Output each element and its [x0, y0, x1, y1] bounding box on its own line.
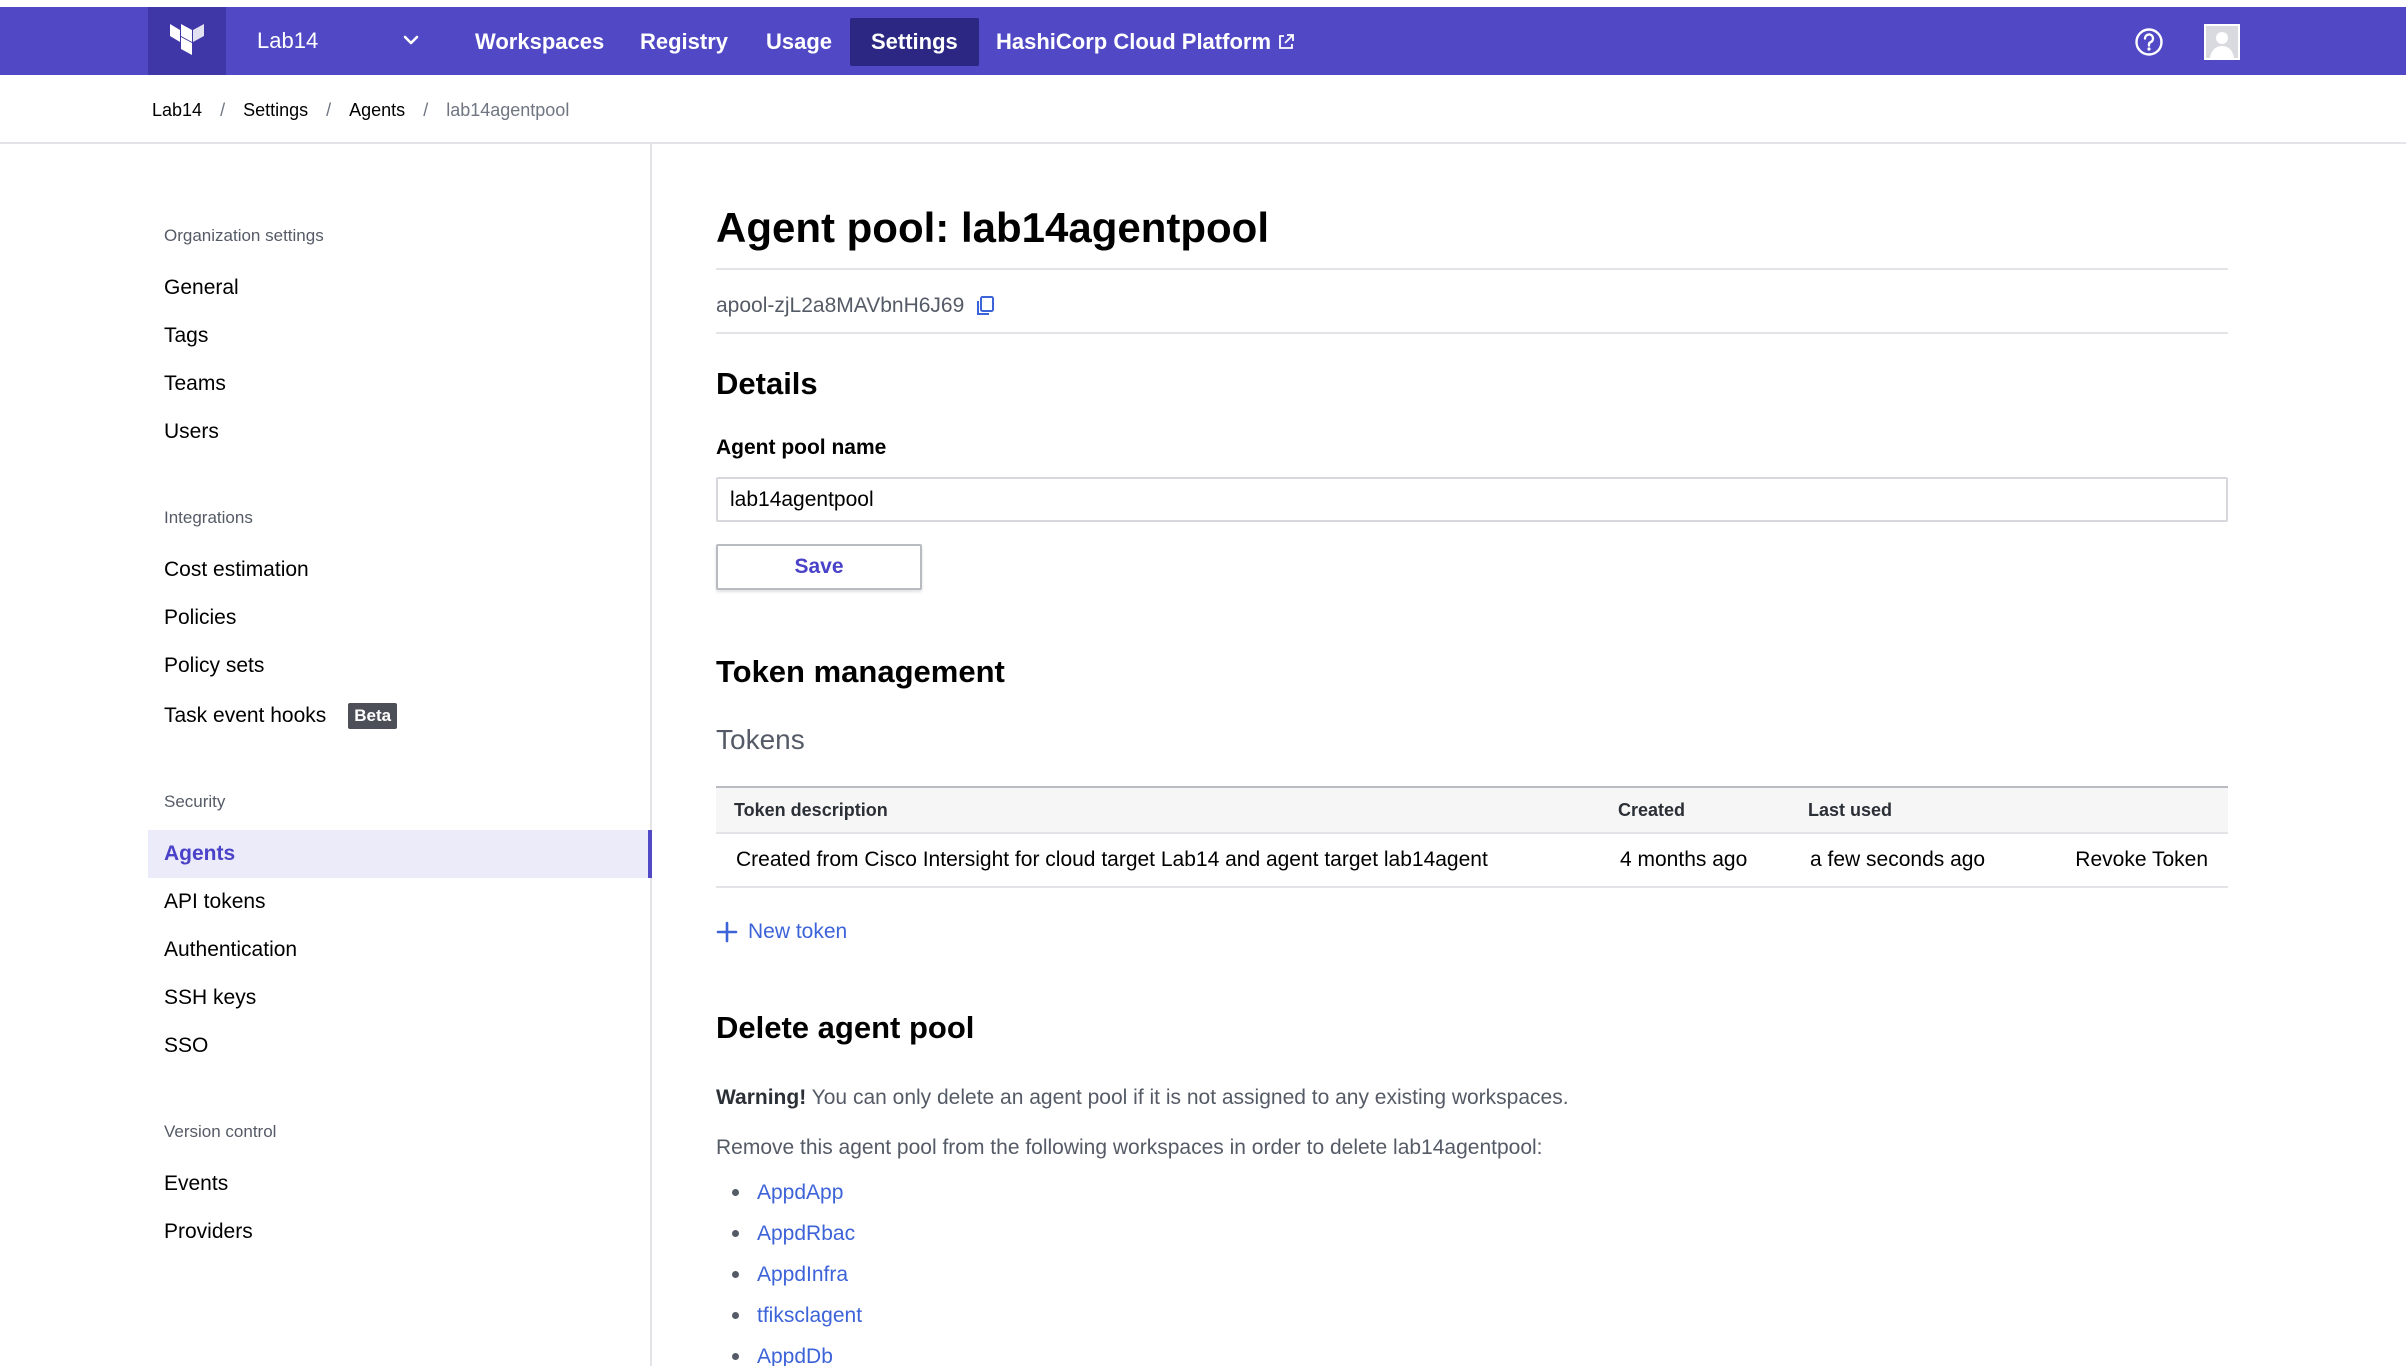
- org-name: Lab14: [257, 28, 319, 53]
- workspace-link-appdrbac[interactable]: AppdRbac: [757, 1222, 855, 1246]
- nav-settings-label: Settings: [871, 29, 958, 54]
- help-icon[interactable]: [2133, 26, 2165, 58]
- column-header-created: Created: [1600, 786, 1790, 834]
- token-description: Created from Cisco Intersight for cloud …: [716, 833, 1600, 888]
- tokens-subheading: Tokens: [716, 724, 805, 755]
- nav-workspaces-label: Workspaces: [475, 29, 605, 54]
- bullet: [732, 1312, 739, 1319]
- table-header-row: Token description Created Last used: [716, 786, 2228, 834]
- list-item: AppdInfra: [716, 1254, 862, 1295]
- nav-registry-label: Registry: [640, 29, 729, 54]
- breadcrumb: Lab14 / Settings / Agents / lab14agentpo…: [152, 92, 569, 128]
- bullet: [732, 1230, 739, 1237]
- id-divider: [716, 332, 2228, 334]
- workspace-link-appdapp[interactable]: AppdApp: [757, 1181, 843, 1205]
- workspace-link-appddb[interactable]: AppdDb: [757, 1345, 833, 1366]
- beta-badge: Beta: [348, 703, 398, 729]
- agent-pool-name-input[interactable]: [716, 477, 2228, 522]
- bullet: [732, 1353, 739, 1360]
- warning-text: You can only delete an agent pool if it …: [806, 1086, 1569, 1109]
- sidebar-item-general[interactable]: General: [164, 270, 239, 306]
- nav-hcp-label: HashiCorp Cloud Platform: [996, 29, 1272, 54]
- title-divider: [716, 268, 2228, 270]
- sidebar-item-events[interactable]: Events: [164, 1166, 228, 1202]
- breadcrumb-org[interactable]: Lab14: [152, 100, 202, 121]
- agent-pool-id: apool-zjL2a8MAVbnH6J69: [716, 294, 996, 318]
- nav-registry[interactable]: Registry: [619, 18, 749, 66]
- sidebar-heading-organization: Organization settings: [164, 226, 324, 245]
- terraform-logo-icon: [170, 24, 204, 55]
- bullet: [732, 1271, 739, 1278]
- nav-workspaces[interactable]: Workspaces: [454, 18, 625, 66]
- breadcrumb-separator: /: [423, 99, 429, 120]
- user-icon: [2206, 26, 2238, 58]
- nav-settings[interactable]: Settings: [850, 18, 979, 66]
- sidebar-item-ssh-keys[interactable]: SSH keys: [164, 980, 256, 1016]
- nav-usage-label: Usage: [766, 29, 833, 54]
- column-header-description: Token description: [716, 786, 1600, 834]
- sidebar-item-teams[interactable]: Teams: [164, 366, 226, 402]
- delete-agent-pool-heading: Delete agent pool: [716, 1010, 975, 1045]
- column-header-last-used: Last used: [1790, 786, 2050, 834]
- revoke-token-link[interactable]: Revoke Token: [2050, 833, 2228, 888]
- new-token-link[interactable]: New token: [716, 920, 847, 944]
- sidebar-item-authentication[interactable]: Authentication: [164, 932, 297, 968]
- list-item: AppdRbac: [716, 1213, 862, 1254]
- sidebar-heading-security: Security: [164, 792, 226, 811]
- sidebar-item-tags[interactable]: Tags: [164, 318, 208, 354]
- plus-icon: [716, 921, 738, 943]
- top-strip: [0, 0, 2406, 7]
- breadcrumb-separator: /: [220, 99, 226, 120]
- user-avatar[interactable]: [2204, 24, 2240, 60]
- delete-warning: Warning! You can only delete an agent po…: [716, 1086, 1569, 1110]
- list-item: AppdApp: [716, 1172, 862, 1213]
- sidebar-item-providers[interactable]: Providers: [164, 1214, 253, 1250]
- workspace-link-appdinfra[interactable]: AppdInfra: [757, 1263, 848, 1287]
- breadcrumb-separator: /: [326, 99, 332, 120]
- token-management-heading: Token management: [716, 654, 1005, 689]
- breadcrumb-current: lab14agentpool: [446, 99, 570, 120]
- sidebar-item-users[interactable]: Users: [164, 414, 219, 450]
- save-button[interactable]: Save: [716, 544, 922, 590]
- sidebar-item-policy-sets[interactable]: Policy sets: [164, 648, 264, 684]
- settings-sidebar: Organization settings General Tags Teams…: [0, 144, 652, 1366]
- details-heading: Details: [716, 366, 818, 401]
- new-token-label: New token: [748, 920, 848, 943]
- chevron-down-icon: [403, 35, 419, 45]
- breadcrumb-settings[interactable]: Settings: [243, 100, 308, 121]
- terraform-logo[interactable]: [148, 7, 226, 75]
- page-title: Agent pool: lab14agentpool: [716, 204, 1269, 251]
- token-created: 4 months ago: [1600, 833, 1790, 888]
- nav-usage[interactable]: Usage: [745, 18, 853, 66]
- remove-instructions: Remove this agent pool from the followin…: [716, 1136, 1543, 1159]
- table-row: Created from Cisco Intersight for cloud …: [716, 833, 2228, 888]
- org-switcher[interactable]: Lab14: [226, 7, 441, 75]
- workspace-link-tfiksclagent[interactable]: tfiksclagent: [757, 1304, 862, 1328]
- agent-pool-name-label: Agent pool name: [716, 436, 887, 459]
- tokens-table: Token description Created Last used Crea…: [716, 786, 2228, 888]
- external-link-icon: [1277, 33, 1295, 51]
- sidebar-item-agents[interactable]: Agents: [148, 830, 652, 878]
- token-last-used: a few seconds ago: [1790, 833, 2050, 888]
- top-navigation: Lab14 Workspaces Registry Usage Settings…: [0, 7, 2406, 75]
- sidebar-item-policies[interactable]: Policies: [164, 600, 236, 636]
- sidebar-item-sso[interactable]: SSO: [164, 1028, 208, 1064]
- list-item: AppdDb: [716, 1336, 862, 1366]
- sidebar-item-task-event-hooks-label: Task event hooks: [164, 704, 327, 727]
- sidebar-heading-integrations: Integrations: [164, 508, 253, 527]
- sidebar-item-cost-estimation[interactable]: Cost estimation: [164, 552, 309, 588]
- workspace-list: AppdApp AppdRbac AppdInfra tfiksclagent …: [716, 1172, 862, 1366]
- breadcrumb-agents[interactable]: Agents: [349, 100, 405, 121]
- sidebar-item-api-tokens[interactable]: API tokens: [164, 884, 266, 920]
- sidebar-item-task-event-hooks[interactable]: Task event hooks Beta: [164, 698, 398, 734]
- sidebar-heading-version-control: Version control: [164, 1122, 277, 1141]
- copy-icon[interactable]: [974, 295, 996, 317]
- list-item: tfiksclagent: [716, 1295, 862, 1336]
- bullet: [732, 1189, 739, 1196]
- warning-label: Warning!: [716, 1086, 807, 1109]
- nav-hashicorp-cloud-platform[interactable]: HashiCorp Cloud Platform: [975, 18, 1316, 66]
- column-header-action: [2050, 786, 2228, 834]
- agent-pool-id-text: apool-zjL2a8MAVbnH6J69: [716, 294, 965, 317]
